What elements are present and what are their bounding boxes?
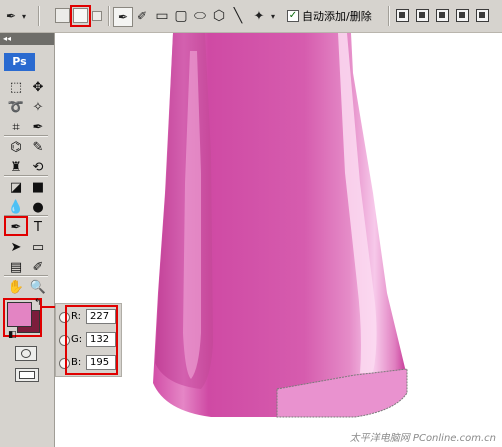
subtract-from-path-area-button[interactable] bbox=[416, 9, 429, 22]
separator bbox=[388, 6, 389, 26]
eraser-tool-icon: ◪ bbox=[9, 179, 23, 195]
screen-mode-button[interactable] bbox=[15, 368, 39, 382]
notes-tool-icon: ▤ bbox=[9, 259, 23, 275]
options-bar: ✒ ▾ ✒ ✐ ▭ ▢ ⬭ ⬡ ╲ ✦ ▾ ✓ 自动添加/删除 bbox=[0, 0, 502, 33]
path-selection-tool-icon: ➤ bbox=[10, 239, 22, 255]
hand-tool[interactable]: ✋ bbox=[5, 277, 27, 297]
custom-shape-button[interactable]: ✦ bbox=[250, 7, 268, 25]
path-selection-tool[interactable]: ➤ bbox=[5, 237, 27, 257]
ellipse-button[interactable]: ⬭ bbox=[191, 7, 209, 25]
blur-tool[interactable]: 💧 bbox=[5, 197, 27, 217]
marquee-tool-icon: ⬚ bbox=[9, 79, 23, 95]
slice-tool-icon: ✒ bbox=[32, 119, 44, 135]
toolbox-separator bbox=[4, 275, 48, 276]
add-to-path-area-button[interactable] bbox=[396, 9, 409, 22]
hand-tool-icon: ✋ bbox=[7, 279, 25, 295]
separator bbox=[108, 6, 109, 26]
notes-tool[interactable]: ▤ bbox=[5, 257, 27, 277]
clone-stamp-tool[interactable]: ♜ bbox=[5, 157, 27, 177]
watermark-text: 太平洋电脑网 PConline.com.cn bbox=[349, 433, 496, 444]
combine-button[interactable] bbox=[476, 9, 489, 22]
zoom-tool[interactable]: 🔍 bbox=[27, 277, 49, 297]
toolbox-collapse-header[interactable]: ◂◂ bbox=[0, 33, 54, 45]
type-tool-icon: T bbox=[34, 219, 42, 235]
pink-bottle-artwork bbox=[153, 33, 408, 418]
shape-tool-icon: ▭ bbox=[31, 239, 45, 255]
lasso-tool[interactable]: ➰ bbox=[5, 97, 27, 117]
healing-brush-tool-icon: ⌬ bbox=[10, 139, 22, 155]
lasso-tool-icon: ➰ bbox=[7, 99, 25, 115]
marquee-tool[interactable]: ⬚ bbox=[5, 77, 27, 97]
magic-wand-tool-icon: ✧ bbox=[32, 99, 44, 115]
blur-tool-icon: 💧 bbox=[7, 199, 25, 215]
exclude-overlapping-path-areas-button[interactable] bbox=[456, 9, 469, 22]
document-canvas[interactable]: 太平洋电脑网 PConline.com.cn bbox=[55, 33, 502, 447]
rectangle-button[interactable]: ▭ bbox=[153, 7, 171, 25]
crop-tool[interactable]: ⌗ bbox=[5, 117, 27, 137]
eraser-tool[interactable]: ◪ bbox=[5, 177, 27, 197]
zoom-tool-icon: 🔍 bbox=[29, 279, 47, 295]
slice-tool[interactable]: ✒ bbox=[27, 117, 49, 137]
dodge-tool[interactable]: ● bbox=[27, 197, 49, 217]
preset-dropdown-icon[interactable]: ▾ bbox=[19, 7, 29, 25]
eyedropper-tool-icon: ✐ bbox=[32, 259, 44, 275]
magic-wand-tool[interactable]: ✧ bbox=[27, 97, 49, 117]
crop-tool-icon: ⌗ bbox=[12, 119, 20, 135]
auto-add-delete-checkbox[interactable]: ✓ bbox=[287, 10, 299, 22]
separator bbox=[38, 6, 39, 26]
quick-mask-mode-button[interactable] bbox=[15, 346, 37, 361]
healing-brush-tool[interactable]: ⌬ bbox=[5, 137, 27, 157]
dodge-tool-icon: ● bbox=[32, 199, 44, 215]
move-tool[interactable]: ✥ bbox=[27, 77, 49, 97]
gradient-tool[interactable]: ■ bbox=[27, 177, 49, 197]
brush-tool-icon: ✎ bbox=[32, 139, 44, 155]
clone-stamp-tool-icon: ♜ bbox=[10, 159, 22, 175]
pen-preset-icon[interactable]: ✒ bbox=[3, 7, 19, 25]
polygon-button[interactable]: ⬡ bbox=[210, 7, 228, 25]
paths-button-highlight bbox=[70, 5, 91, 27]
default-colors-icon[interactable]: ◧ bbox=[8, 330, 17, 340]
history-brush-tool-icon: ⟲ bbox=[32, 159, 44, 175]
fill-pixels-button[interactable] bbox=[92, 11, 102, 21]
move-tool-icon: ✥ bbox=[32, 79, 44, 95]
photoshop-logo[interactable]: Ps bbox=[4, 53, 35, 71]
rounded-rectangle-button[interactable]: ▢ bbox=[172, 7, 190, 25]
pen-tool-highlight bbox=[4, 216, 28, 236]
freeform-pen-button[interactable]: ✐ bbox=[133, 7, 151, 25]
type-tool[interactable]: T bbox=[27, 217, 49, 237]
intersect-path-areas-button[interactable] bbox=[436, 9, 449, 22]
shape-dropdown-icon[interactable]: ▾ bbox=[268, 7, 278, 25]
toolbox-separator bbox=[4, 175, 48, 176]
brush-tool[interactable]: ✎ bbox=[27, 137, 49, 157]
shape-layers-button[interactable] bbox=[55, 8, 70, 23]
auto-add-delete-label: 自动添加/删除 bbox=[302, 10, 372, 23]
history-brush-tool[interactable]: ⟲ bbox=[27, 157, 49, 177]
eyedropper-tool[interactable]: ✐ bbox=[27, 257, 49, 277]
shape-tool[interactable]: ▭ bbox=[27, 237, 49, 257]
pen-tool-button[interactable]: ✒ bbox=[113, 7, 133, 27]
gradient-tool-icon: ■ bbox=[31, 179, 45, 195]
toolbox-separator bbox=[4, 135, 48, 136]
line-button[interactable]: ╲ bbox=[229, 7, 247, 25]
rgb-values-highlight bbox=[65, 305, 118, 375]
